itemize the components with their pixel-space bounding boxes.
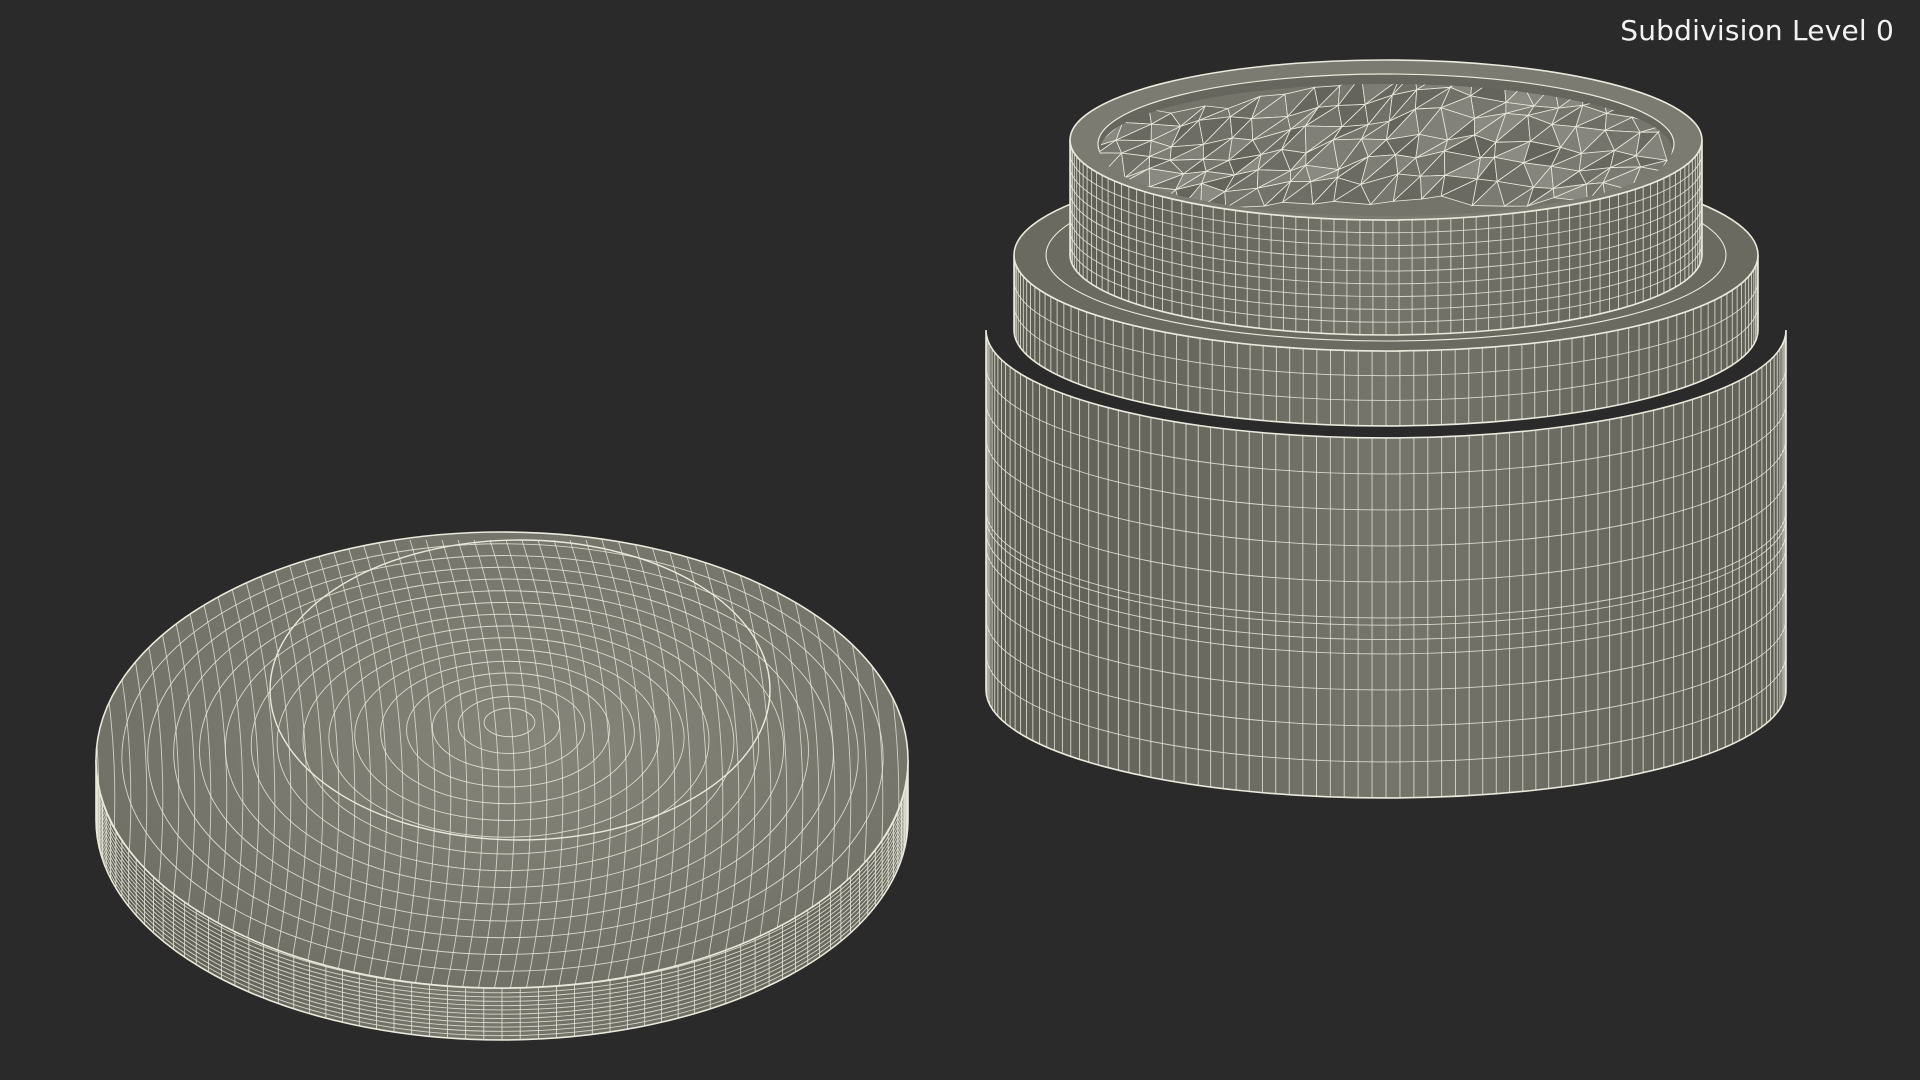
render-scene [95, 59, 1787, 1041]
3d-viewport[interactable]: Subdivision Level 0 [0, 0, 1920, 1080]
jar-lid [95, 531, 909, 1041]
jar-base [985, 59, 1787, 799]
subdivision-level-label: Subdivision Level 0 [1620, 14, 1894, 47]
